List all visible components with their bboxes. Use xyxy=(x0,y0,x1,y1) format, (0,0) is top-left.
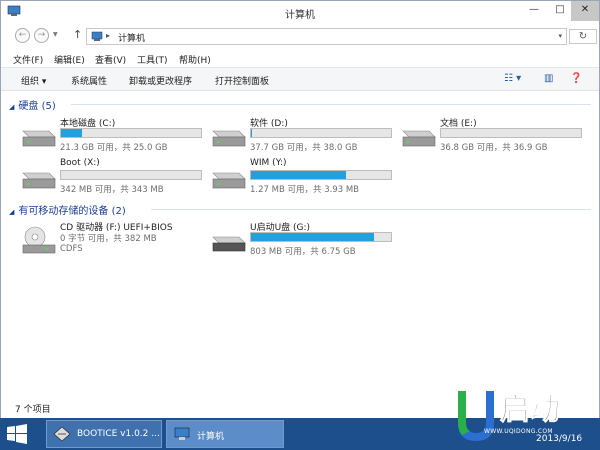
hard-drive-icon xyxy=(212,130,246,147)
windows-logo-icon[interactable] xyxy=(6,424,28,444)
back-button[interactable]: ← xyxy=(15,28,30,43)
refresh-button[interactable]: ↻ xyxy=(569,29,597,44)
open-control-panel-button[interactable]: 打开控制面板 xyxy=(215,74,269,87)
forward-button[interactable]: → xyxy=(34,28,49,43)
drive-e[interactable]: 文档 (E:) 36.8 GB 可用，共 36.9 GB xyxy=(399,116,584,156)
address-bar[interactable]: ▸ 计算机 ▾ xyxy=(86,28,567,45)
drive-usage-bar xyxy=(440,128,582,138)
uninstall-program-button[interactable]: 卸载或更改程序 xyxy=(129,74,192,87)
usb-drive-icon xyxy=(212,236,246,252)
drive-g-usb[interactable]: U启动U盘 (G:) 803 MB 可用，共 6.75 GB xyxy=(209,220,394,260)
hard-drive-icon xyxy=(22,130,56,147)
preview-pane-icon[interactable]: ▥ xyxy=(544,73,553,84)
navigation-bar: ← → ▼ ↑ ▸ 计算机 ▾ ↻ xyxy=(1,25,599,47)
menu-view[interactable]: 查看(V) xyxy=(95,53,126,66)
computer-icon xyxy=(91,31,103,41)
title-bar[interactable]: 计算机 — □ ✕ xyxy=(1,1,599,23)
minimize-button[interactable]: — xyxy=(521,1,547,21)
drive-c[interactable]: 本地磁盘 (C:) 21.3 GB 可用，共 25.0 GB xyxy=(19,116,204,156)
menu-bar: 文件(F) 编辑(E) 查看(V) 工具(T) 帮助(H) xyxy=(1,51,599,67)
hard-drive-icon xyxy=(402,130,436,147)
drive-usage-bar xyxy=(60,170,202,180)
chevron-down-icon: ◢ xyxy=(9,103,15,111)
command-bar: 组织 ▾ 系统属性 卸载或更改程序 打开控制面板 ☷ ▾ ▥ ❓ xyxy=(1,67,599,91)
bootice-icon xyxy=(53,426,71,442)
drive-usage-bar xyxy=(250,170,392,180)
group-divider xyxy=(71,104,591,105)
breadcrumb-separator-icon[interactable]: ▸ xyxy=(106,31,110,40)
item-count: 7 个项目 xyxy=(15,405,51,415)
explorer-window: 计算机 — □ ✕ ← → ▼ ↑ ▸ 计算机 ▾ ↻ 文件(F) 编辑(E) … xyxy=(0,0,600,418)
address-dropdown-icon[interactable]: ▾ xyxy=(558,32,562,40)
window-title: 计算机 xyxy=(285,10,315,21)
menu-edit[interactable]: 编辑(E) xyxy=(54,53,85,66)
breadcrumb[interactable]: 计算机 xyxy=(118,31,145,44)
drive-usage-bar xyxy=(250,232,392,242)
taskbar-item-bootice[interactable]: BOOTICE v1.0.2 ... xyxy=(46,420,162,448)
organize-button[interactable]: 组织 ▾ xyxy=(21,74,46,87)
menu-tools[interactable]: 工具(T) xyxy=(137,53,168,66)
up-button[interactable]: ↑ xyxy=(73,28,82,41)
svg-text:启动: 启动 xyxy=(500,392,560,427)
file-view: ◢ 硬盘 (5) 本地磁盘 (C:) 21.3 GB 可用，共 25.0 GB 软… xyxy=(1,92,599,392)
menu-help[interactable]: 帮助(H) xyxy=(179,53,211,66)
group-header-hard-disks[interactable]: ◢ 硬盘 (5) xyxy=(9,97,56,112)
drive-d[interactable]: 软件 (D:) 37.7 GB 可用，共 38.0 GB xyxy=(209,116,394,156)
close-button[interactable]: ✕ xyxy=(571,1,599,21)
help-icon[interactable]: ❓ xyxy=(570,73,582,84)
computer-icon xyxy=(174,427,190,440)
system-properties-button[interactable]: 系统属性 xyxy=(71,74,107,87)
recent-locations-dropdown[interactable]: ▼ xyxy=(53,31,58,38)
drive-x[interactable]: Boot (X:) 342 MB 可用，共 343 MB xyxy=(19,158,204,198)
drive-f-cd[interactable]: CD 驱动器 (F:) UEFI+BIOS 0 字节 可用，共 382 MB C… xyxy=(19,220,204,268)
logo-url: WWW.UQIDONG.COM xyxy=(484,428,553,435)
hard-drive-icon xyxy=(212,172,246,189)
maximize-button[interactable]: □ xyxy=(547,1,573,21)
group-divider xyxy=(151,209,591,210)
hard-drive-icon xyxy=(22,172,56,189)
chevron-down-icon: ◢ xyxy=(9,208,15,216)
change-view-icon[interactable]: ☷ ▾ xyxy=(504,73,521,84)
group-header-removable[interactable]: ◢ 有可移动存储的设备 (2) xyxy=(9,202,126,217)
drive-y[interactable]: WIM (Y:) 1.27 MB 可用，共 3.93 MB xyxy=(209,158,394,198)
taskbar-item-computer[interactable]: 计算机 xyxy=(166,420,284,448)
drive-usage-bar xyxy=(60,128,202,138)
drive-usage-bar xyxy=(250,128,392,138)
cd-drive-icon xyxy=(22,226,56,254)
menu-file[interactable]: 文件(F) xyxy=(13,53,43,66)
